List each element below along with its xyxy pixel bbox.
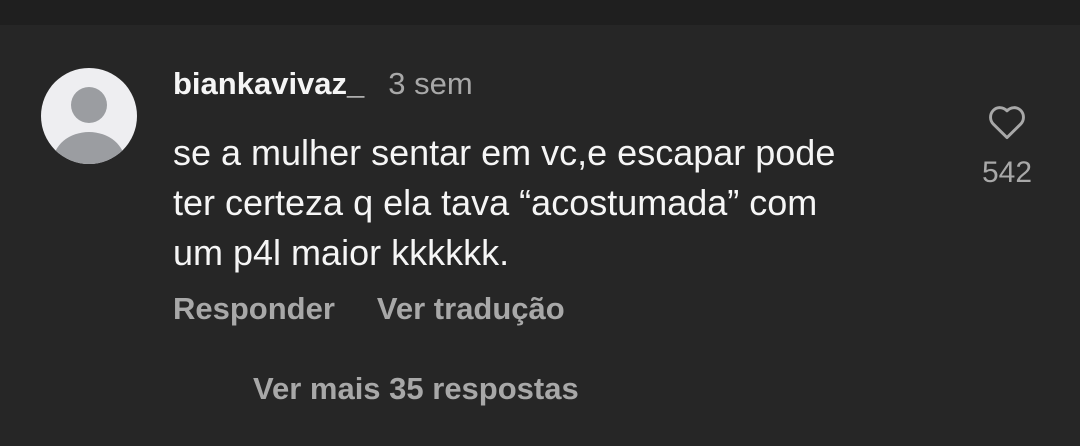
- translate-button[interactable]: Ver tradução: [377, 291, 565, 327]
- comment-username[interactable]: biankavivaz_: [173, 66, 364, 102]
- view-more-replies-button[interactable]: Ver mais 35 respostas: [253, 371, 579, 407]
- like-column: 542: [968, 100, 1046, 190]
- comment-actions: Responder Ver tradução: [173, 291, 565, 327]
- top-divider-band: [0, 0, 1080, 25]
- heart-outline-icon[interactable]: [985, 100, 1029, 144]
- comment-text: se a mulher sentar em vc,e escapar pode …: [173, 132, 836, 273]
- comment-header: biankavivaz_ 3 sem: [173, 66, 473, 106]
- default-avatar-icon: [53, 87, 125, 164]
- avatar[interactable]: [41, 68, 137, 164]
- like-count: 542: [981, 156, 1033, 189]
- comment-timestamp: 3 sem: [388, 66, 473, 101]
- reply-button[interactable]: Responder: [173, 291, 335, 327]
